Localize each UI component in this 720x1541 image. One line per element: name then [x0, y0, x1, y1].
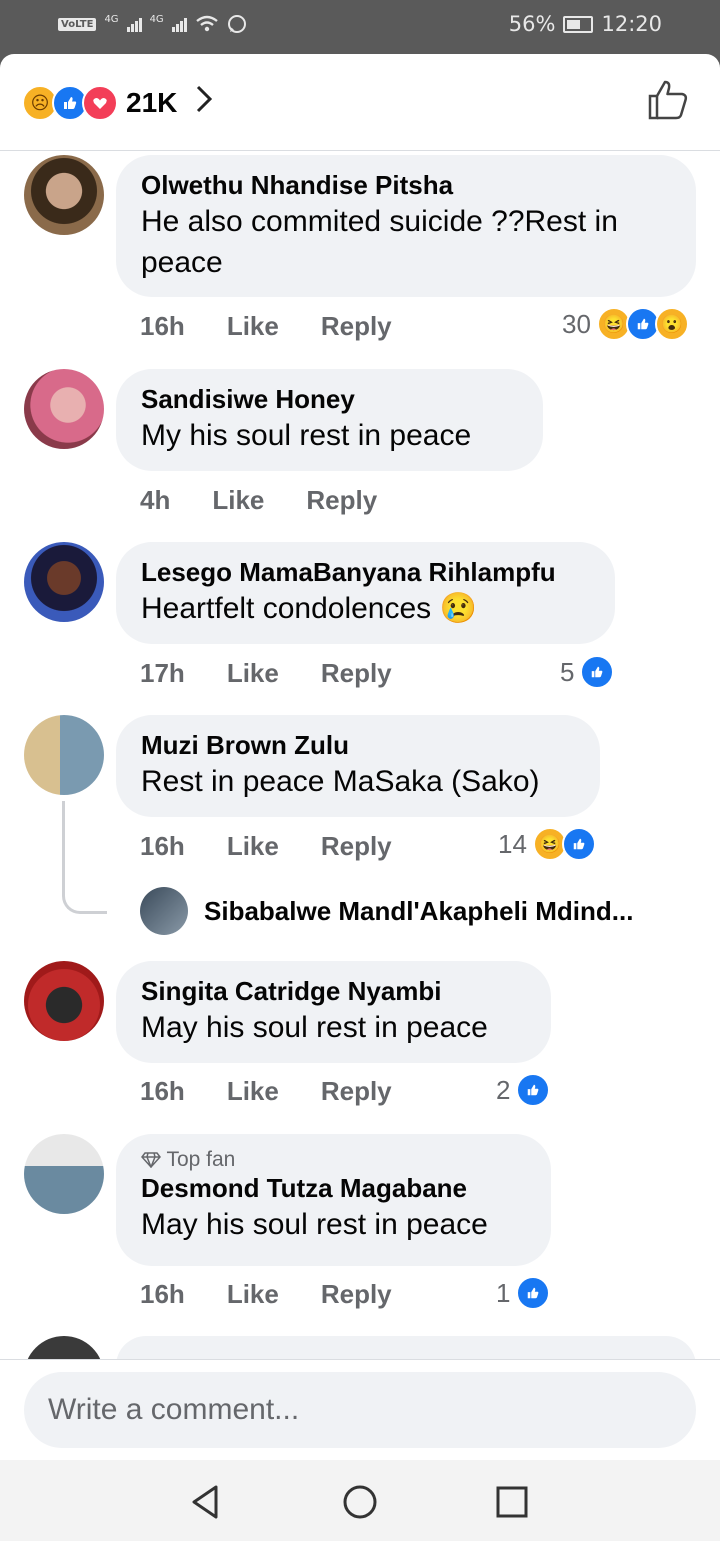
- comment-actions: 4h Like Reply: [140, 485, 377, 516]
- comment-reactions[interactable]: 14 😆: [498, 827, 596, 861]
- reply-button[interactable]: Reply: [321, 1279, 392, 1310]
- top-fan-label: Top fan: [166, 1148, 236, 1171]
- comment-input[interactable]: Write a comment...: [24, 1372, 696, 1448]
- comment-actions: 16h Like Reply: [140, 1076, 392, 1107]
- comment-reaction-count: 5: [560, 656, 575, 687]
- comment-text: Rest in peace MaSaka (Sako): [141, 765, 540, 798]
- reply-thread-line: [62, 801, 107, 914]
- comment-bubble[interactable]: Lesego MamaBanyana Rihlampfu Heartfelt c…: [116, 542, 615, 644]
- comment-reaction-count: 2: [496, 1074, 511, 1105]
- reply-button[interactable]: Reply: [321, 831, 392, 862]
- signal-icon-2: [171, 16, 187, 32]
- comment-reactions[interactable]: 1: [496, 1276, 551, 1310]
- avatar[interactable]: [24, 542, 104, 622]
- like-button[interactable]: Like: [227, 311, 279, 342]
- like-reaction-icon: [580, 655, 615, 689]
- wow-reaction-icon: 😮: [654, 307, 689, 341]
- network-indicators: VoLTE 4G 4G: [58, 14, 247, 34]
- like-button[interactable]: Like: [212, 485, 264, 516]
- status-bar: VoLTE 4G 4G 56% 12:20: [0, 0, 720, 54]
- reactions-summary[interactable]: ☹ 21K: [22, 84, 213, 122]
- comment-bubble[interactable]: Top fan Desmond Tutza Magabane May his s…: [116, 1134, 551, 1266]
- like-reaction-icon: [516, 1073, 551, 1107]
- reaction-count: 21K: [126, 87, 178, 118]
- comments-sheet: ☹ 21K Olwethu Nhandise Pitsha He also co…: [0, 54, 720, 1460]
- comment-author[interactable]: Sandisiwe Honey: [141, 383, 518, 415]
- clock: 12:20: [601, 12, 662, 36]
- like-reaction-icon: [561, 827, 596, 861]
- reply-avatar: [140, 887, 188, 935]
- navigation-bar: [0, 1460, 720, 1541]
- comment-bubble[interactable]: Sandisiwe Honey My his soul rest in peac…: [116, 369, 543, 471]
- like-button[interactable]: Like: [227, 1279, 279, 1310]
- comment-text: May his soul rest in peace: [141, 1208, 488, 1241]
- comment-time: 16h: [140, 311, 185, 341]
- comment-author[interactable]: Singita Catridge Nyambi: [141, 975, 526, 1007]
- like-button[interactable]: Like: [227, 831, 279, 862]
- whatsapp-icon: [227, 15, 246, 33]
- thumbs-up-icon[interactable]: [646, 78, 690, 122]
- like-button[interactable]: Like: [227, 1076, 279, 1107]
- comment-reaction-count: 14: [498, 828, 527, 859]
- diamond-icon: [141, 1152, 161, 1170]
- avatar[interactable]: [24, 961, 104, 1041]
- like-reaction-icon: [516, 1276, 551, 1310]
- comment-text: My his soul rest in peace: [141, 419, 472, 452]
- comment-reaction-count: 30: [562, 308, 591, 339]
- reply-preview[interactable]: Sibabalwe Mandl'Akapheli Mdind...: [140, 887, 633, 935]
- comment-author[interactable]: Lesego MamaBanyana Rihlampfu: [141, 556, 590, 588]
- back-icon[interactable]: [186, 1482, 226, 1522]
- comment-bubble[interactable]: Olwethu Nhandise Pitsha He also commited…: [116, 155, 696, 297]
- reply-button[interactable]: Reply: [321, 311, 392, 342]
- wifi-icon: [195, 15, 218, 32]
- avatar[interactable]: [24, 1134, 104, 1214]
- comment-time: 4h: [140, 485, 171, 515]
- comment-time: 16h: [140, 1076, 185, 1106]
- avatar[interactable]: [24, 155, 104, 235]
- comment-reactions[interactable]: 5: [560, 655, 615, 689]
- comment-actions: 16h Like Reply: [140, 831, 392, 862]
- comment-author[interactable]: Desmond Tutza Magabane: [141, 1172, 526, 1204]
- avatar[interactable]: [24, 715, 104, 795]
- chevron-right-icon: [195, 84, 213, 122]
- signal-icon: [126, 16, 142, 32]
- comment-reaction-count: 1: [496, 1277, 511, 1308]
- comment-text: He also commited suicide ??Rest in peace: [141, 205, 618, 279]
- comment-bubble[interactable]: Muzi Brown Zulu Rest in peace MaSaka (Sa…: [116, 715, 600, 817]
- reply-author[interactable]: Sibabalwe Mandl'Akapheli Mdind...: [204, 896, 633, 927]
- comment-bubble[interactable]: Singita Catridge Nyambi May his soul res…: [116, 961, 551, 1063]
- comment-actions: 17h Like Reply: [140, 658, 392, 689]
- comment-reactions[interactable]: 30 😆 😮: [562, 307, 689, 341]
- love-reaction-icon: [82, 85, 118, 121]
- recents-icon[interactable]: [492, 1482, 532, 1522]
- composer-bar: Write a comment...: [0, 1359, 720, 1460]
- top-fan-badge: Top fan: [141, 1148, 526, 1172]
- comment-author[interactable]: Muzi Brown Zulu: [141, 729, 575, 761]
- volte-badge: VoLTE: [58, 17, 97, 31]
- reactions-header: ☹ 21K: [0, 54, 720, 151]
- comment-time: 16h: [140, 831, 185, 861]
- like-button[interactable]: Like: [227, 658, 279, 689]
- reply-button[interactable]: Reply: [321, 658, 392, 689]
- comment-actions: 16h Like Reply: [140, 311, 392, 342]
- network-label-1: 4G: [104, 14, 119, 25]
- battery-icon: [563, 15, 594, 33]
- battery-percent: 56%: [508, 12, 556, 36]
- reply-button[interactable]: Reply: [306, 485, 377, 516]
- comment-time: 17h: [140, 658, 185, 688]
- home-icon[interactable]: [340, 1482, 380, 1522]
- comment-actions: 16h Like Reply: [140, 1279, 392, 1310]
- comment-reactions[interactable]: 2: [496, 1073, 551, 1107]
- reply-button[interactable]: Reply: [321, 1076, 392, 1107]
- comment-time: 16h: [140, 1279, 185, 1309]
- network-label-2: 4G: [149, 14, 164, 25]
- comment-text: May his soul rest in peace: [141, 1011, 488, 1044]
- comment-text: Heartfelt condolences 😢: [141, 592, 477, 625]
- comment-author[interactable]: Olwethu Nhandise Pitsha: [141, 169, 671, 201]
- avatar[interactable]: [24, 369, 104, 449]
- status-right: 56% 12:20: [509, 12, 662, 36]
